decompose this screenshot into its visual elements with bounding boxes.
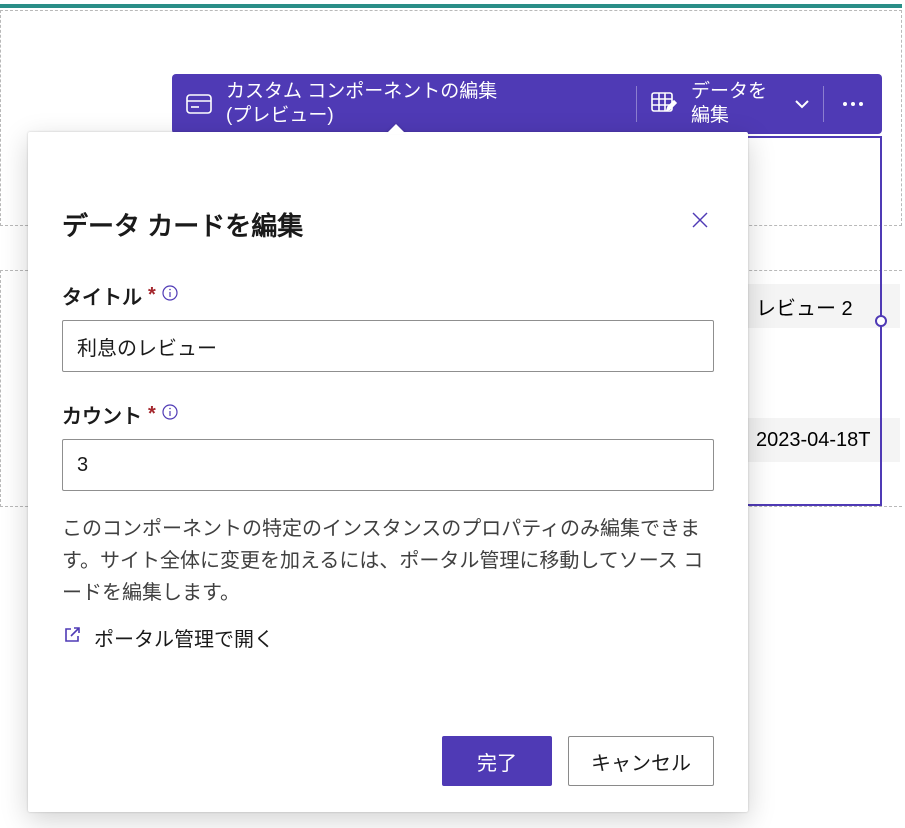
callout-beak xyxy=(386,124,406,134)
cancel-button[interactable]: キャンセル xyxy=(568,736,714,786)
info-icon[interactable] xyxy=(162,403,178,426)
toolbar-edit-data-line1: データを xyxy=(691,80,767,104)
count-input[interactable] xyxy=(62,439,714,491)
toolbar-title-text: カスタム コンポーネントの編集 (プレビュー) xyxy=(226,80,497,128)
field-title-label: タイトル xyxy=(62,281,142,310)
dialog-title: データ カードを編集 xyxy=(62,206,303,243)
chevron-down-icon xyxy=(793,95,811,113)
more-icon xyxy=(842,101,864,107)
required-asterisk: * xyxy=(148,284,156,307)
info-icon[interactable] xyxy=(162,284,178,307)
edit-data-card-dialog: データ カードを編集 タイトル * カウント * xyxy=(28,132,748,812)
field-title: タイトル * xyxy=(62,281,714,372)
component-toolbar: カスタム コンポーネントの編集 (プレビュー) データを 編集 xyxy=(172,74,882,134)
title-input[interactable] xyxy=(62,320,714,372)
top-accent-bar xyxy=(0,4,902,8)
card-icon xyxy=(186,94,212,114)
dialog-footer: 完了 キャンセル xyxy=(62,706,714,786)
resize-handle-right[interactable] xyxy=(875,315,887,327)
close-button[interactable] xyxy=(686,206,714,234)
table-edit-icon xyxy=(651,92,677,116)
open-in-portal-link[interactable]: ポータル管理で開く xyxy=(62,623,714,652)
dialog-help-text: このコンポーネントの特定のインスタンスのプロパティのみ編集できます。サイト全体に… xyxy=(62,513,714,609)
toolbar-dropdown-button[interactable] xyxy=(781,74,823,134)
open-in-portal-label: ポータル管理で開く xyxy=(94,623,274,652)
toolbar-edit-data-button[interactable]: データを 編集 xyxy=(637,74,781,134)
done-button[interactable]: 完了 xyxy=(442,736,552,786)
toolbar-title-line1: カスタム コンポーネントの編集 xyxy=(226,80,497,104)
field-count-label: カウント xyxy=(62,400,142,429)
close-icon xyxy=(690,210,710,230)
required-asterisk: * xyxy=(148,403,156,426)
toolbar-title-line2: (プレビュー) xyxy=(226,104,497,128)
external-link-icon xyxy=(62,625,82,650)
field-count: カウント * xyxy=(62,400,714,491)
toolbar-edit-data-text: データを 編集 xyxy=(691,80,767,128)
toolbar-more-button[interactable] xyxy=(824,74,882,134)
toolbar-edit-data-line2: 編集 xyxy=(691,104,767,128)
